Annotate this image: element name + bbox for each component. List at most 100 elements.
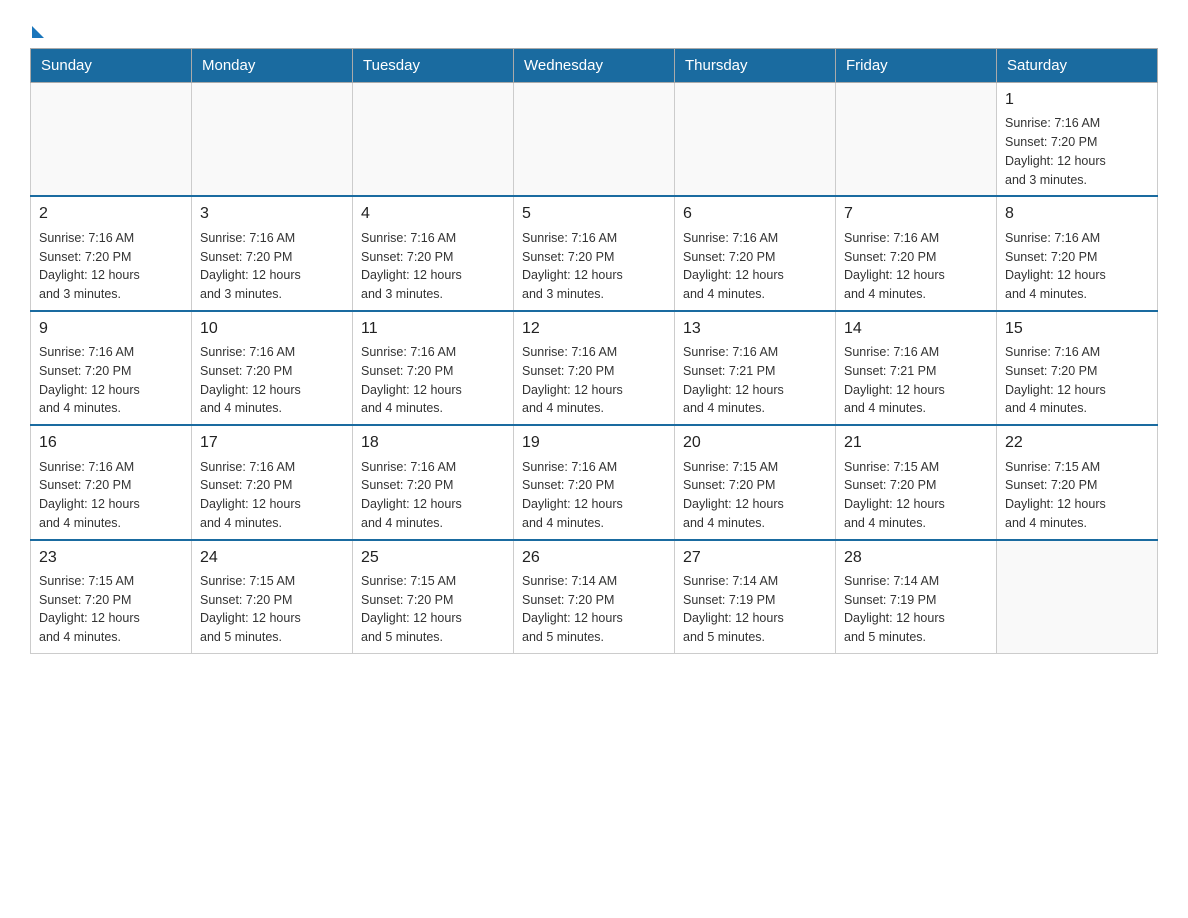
day-number: 24 <box>200 547 344 569</box>
calendar-day-cell: 24 Sunrise: 7:15 AM Sunset: 7:20 PM Dayli… <box>192 540 353 654</box>
calendar-day-cell: 27Sunrise: 7:14 AM Sunset: 7:19 PM Dayli… <box>675 540 836 654</box>
day-number: 4 <box>361 203 505 225</box>
day-info: Sunrise: 7:16 AM Sunset: 7:21 PM Dayligh… <box>683 343 827 418</box>
day-number: 13 <box>683 318 827 340</box>
day-info: Sunrise: 7:14 AM Sunset: 7:19 PM Dayligh… <box>844 572 988 647</box>
day-info: Sunrise: 7:14 AM Sunset: 7:19 PM Dayligh… <box>683 572 827 647</box>
day-number: 26 <box>522 547 666 569</box>
day-number: 12 <box>522 318 666 340</box>
day-number: 11 <box>361 318 505 340</box>
day-info: Sunrise: 7:16 AM Sunset: 7:20 PM Dayligh… <box>361 458 505 533</box>
day-info: Sunrise: 7:15 AM Sunset: 7:20 PM Dayligh… <box>200 572 344 647</box>
calendar-day-cell: 17 Sunrise: 7:16 AM Sunset: 7:20 PM Dayli… <box>192 425 353 539</box>
day-number: 16 <box>39 432 183 454</box>
calendar-day-header: Thursday <box>675 49 836 83</box>
day-info: Sunrise: 7:15 AM Sunset: 7:20 PM Dayligh… <box>39 572 183 647</box>
day-info: Sunrise: 7:16 AM Sunset: 7:20 PM Dayligh… <box>39 229 183 304</box>
page-header <box>30 20 1158 38</box>
calendar-day-cell: 15 Sunrise: 7:16 AM Sunset: 7:20 PM Dayli… <box>997 311 1158 425</box>
day-info: Sunrise: 7:16 AM Sunset: 7:20 PM Dayligh… <box>522 458 666 533</box>
day-number: 3 <box>200 203 344 225</box>
day-info: Sunrise: 7:16 AM Sunset: 7:20 PM Dayligh… <box>200 343 344 418</box>
day-info: Sunrise: 7:15 AM Sunset: 7:20 PM Dayligh… <box>683 458 827 533</box>
day-info: Sunrise: 7:16 AM Sunset: 7:20 PM Dayligh… <box>522 229 666 304</box>
calendar-day-cell <box>997 540 1158 654</box>
day-info: Sunrise: 7:16 AM Sunset: 7:20 PM Dayligh… <box>39 343 183 418</box>
calendar-week-row: 2 Sunrise: 7:16 AM Sunset: 7:20 PM Daylig… <box>31 196 1158 310</box>
calendar-day-cell: 18 Sunrise: 7:16 AM Sunset: 7:20 PM Dayli… <box>353 425 514 539</box>
day-number: 17 <box>200 432 344 454</box>
day-info: Sunrise: 7:16 AM Sunset: 7:20 PM Dayligh… <box>522 343 666 418</box>
day-info: Sunrise: 7:14 AM Sunset: 7:20 PM Dayligh… <box>522 572 666 647</box>
day-number: 10 <box>200 318 344 340</box>
day-number: 2 <box>39 203 183 225</box>
calendar-header-row: SundayMondayTuesdayWednesdayThursdayFrid… <box>31 49 1158 83</box>
calendar-day-cell: 3 Sunrise: 7:16 AM Sunset: 7:20 PM Daylig… <box>192 196 353 310</box>
calendar-week-row: 16 Sunrise: 7:16 AM Sunset: 7:20 PM Dayli… <box>31 425 1158 539</box>
calendar-day-cell: 13 Sunrise: 7:16 AM Sunset: 7:21 PM Dayli… <box>675 311 836 425</box>
day-info: Sunrise: 7:16 AM Sunset: 7:20 PM Dayligh… <box>683 229 827 304</box>
calendar-day-cell: 20 Sunrise: 7:15 AM Sunset: 7:20 PM Dayli… <box>675 425 836 539</box>
calendar-day-cell: 5 Sunrise: 7:16 AM Sunset: 7:20 PM Daylig… <box>514 196 675 310</box>
day-info: Sunrise: 7:16 AM Sunset: 7:20 PM Dayligh… <box>200 229 344 304</box>
day-number: 21 <box>844 432 988 454</box>
day-number: 22 <box>1005 432 1149 454</box>
calendar-day-cell: 26 Sunrise: 7:14 AM Sunset: 7:20 PM Dayli… <box>514 540 675 654</box>
calendar-day-cell <box>675 83 836 197</box>
calendar-day-cell: 21 Sunrise: 7:15 AM Sunset: 7:20 PM Dayli… <box>836 425 997 539</box>
day-number: 25 <box>361 547 505 569</box>
day-info: Sunrise: 7:16 AM Sunset: 7:20 PM Dayligh… <box>844 229 988 304</box>
calendar-day-cell: 8 Sunrise: 7:16 AM Sunset: 7:20 PM Daylig… <box>997 196 1158 310</box>
calendar-day-header: Wednesday <box>514 49 675 83</box>
day-number: 23 <box>39 547 183 569</box>
day-info: Sunrise: 7:16 AM Sunset: 7:20 PM Dayligh… <box>361 229 505 304</box>
day-info: Sunrise: 7:15 AM Sunset: 7:20 PM Dayligh… <box>844 458 988 533</box>
calendar-day-cell <box>836 83 997 197</box>
day-number: 19 <box>522 432 666 454</box>
calendar-day-cell: 10 Sunrise: 7:16 AM Sunset: 7:20 PM Dayli… <box>192 311 353 425</box>
day-number: 28 <box>844 547 988 569</box>
day-number: 18 <box>361 432 505 454</box>
day-number: 6 <box>683 203 827 225</box>
day-info: Sunrise: 7:16 AM Sunset: 7:20 PM Dayligh… <box>200 458 344 533</box>
day-number: 8 <box>1005 203 1149 225</box>
day-info: Sunrise: 7:15 AM Sunset: 7:20 PM Dayligh… <box>361 572 505 647</box>
calendar-week-row: 1 Sunrise: 7:16 AM Sunset: 7:20 PM Daylig… <box>31 83 1158 197</box>
day-number: 14 <box>844 318 988 340</box>
calendar-day-cell: 19 Sunrise: 7:16 AM Sunset: 7:20 PM Dayli… <box>514 425 675 539</box>
day-number: 1 <box>1005 89 1149 111</box>
logo-arrow-icon <box>32 26 44 38</box>
calendar-day-cell: 2 Sunrise: 7:16 AM Sunset: 7:20 PM Daylig… <box>31 196 192 310</box>
day-info: Sunrise: 7:16 AM Sunset: 7:20 PM Dayligh… <box>39 458 183 533</box>
calendar-day-cell: 16 Sunrise: 7:16 AM Sunset: 7:20 PM Dayli… <box>31 425 192 539</box>
calendar-week-row: 23 Sunrise: 7:15 AM Sunset: 7:20 PM Dayli… <box>31 540 1158 654</box>
calendar-day-cell <box>514 83 675 197</box>
calendar-day-cell <box>192 83 353 197</box>
calendar-day-header: Friday <box>836 49 997 83</box>
day-info: Sunrise: 7:16 AM Sunset: 7:20 PM Dayligh… <box>1005 114 1149 189</box>
calendar-day-cell: 11 Sunrise: 7:16 AM Sunset: 7:20 PM Dayli… <box>353 311 514 425</box>
calendar-day-header: Tuesday <box>353 49 514 83</box>
day-info: Sunrise: 7:16 AM Sunset: 7:21 PM Dayligh… <box>844 343 988 418</box>
logo <box>30 20 44 38</box>
calendar-day-cell: 23 Sunrise: 7:15 AM Sunset: 7:20 PM Dayli… <box>31 540 192 654</box>
calendar-day-cell: 1 Sunrise: 7:16 AM Sunset: 7:20 PM Daylig… <box>997 83 1158 197</box>
calendar-day-cell: 9 Sunrise: 7:16 AM Sunset: 7:20 PM Daylig… <box>31 311 192 425</box>
day-number: 9 <box>39 318 183 340</box>
day-info: Sunrise: 7:16 AM Sunset: 7:20 PM Dayligh… <box>361 343 505 418</box>
calendar-day-cell: 6 Sunrise: 7:16 AM Sunset: 7:20 PM Daylig… <box>675 196 836 310</box>
calendar-day-cell: 14 Sunrise: 7:16 AM Sunset: 7:21 PM Dayli… <box>836 311 997 425</box>
day-info: Sunrise: 7:15 AM Sunset: 7:20 PM Dayligh… <box>1005 458 1149 533</box>
calendar-week-row: 9 Sunrise: 7:16 AM Sunset: 7:20 PM Daylig… <box>31 311 1158 425</box>
calendar-day-cell: 25 Sunrise: 7:15 AM Sunset: 7:20 PM Dayli… <box>353 540 514 654</box>
day-number: 5 <box>522 203 666 225</box>
calendar-day-cell: 22 Sunrise: 7:15 AM Sunset: 7:20 PM Dayli… <box>997 425 1158 539</box>
day-number: 15 <box>1005 318 1149 340</box>
day-info: Sunrise: 7:16 AM Sunset: 7:20 PM Dayligh… <box>1005 343 1149 418</box>
calendar-day-cell <box>31 83 192 197</box>
calendar-day-cell: 12 Sunrise: 7:16 AM Sunset: 7:20 PM Dayli… <box>514 311 675 425</box>
calendar-day-header: Sunday <box>31 49 192 83</box>
calendar-day-header: Monday <box>192 49 353 83</box>
day-info: Sunrise: 7:16 AM Sunset: 7:20 PM Dayligh… <box>1005 229 1149 304</box>
day-number: 20 <box>683 432 827 454</box>
